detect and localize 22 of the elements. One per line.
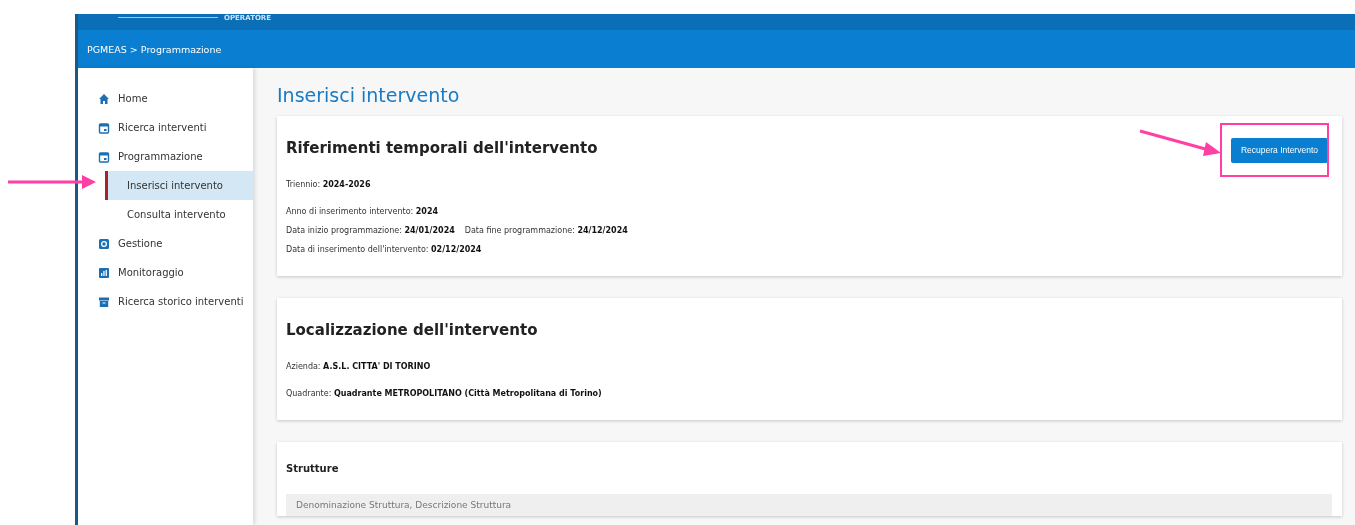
sidebar-item[interactable]: Consulta intervento [105,200,253,229]
card-title: Localizzazione dell'intervento [286,321,538,339]
info-text: Data fine programmazione: 24/12/2024 [464,226,628,235]
info-text: Data di inserimento dell'intervento: 02/12/2024 [286,245,482,254]
info-text: Quadrante: Quadrante METROPOLITANO (Città Metropolitana di Torino) [286,389,602,398]
recover-button[interactable]: Recupera Intervento [1230,137,1328,163]
card-title: Strutture [286,462,339,474]
breadcrumb[interactable]: PGMEAS > Programmazione [87,43,222,55]
sidebar-item[interactable]: Monitoraggio [78,258,253,287]
info-text: Triennio: 2024-2026 [286,180,371,189]
info-text: Anno di inserimento intervento: 2024 [286,207,439,216]
sidebar-item[interactable]: Inserisci intervento [105,171,253,200]
sidebar-item[interactable]: Gestione [78,229,253,258]
sidebar-item[interactable]: Ricerca storico interventi [78,287,253,316]
card-title: Riferimenti temporali dell'intervento [286,139,598,157]
page-title: Inserisci intervento [277,84,461,106]
info-text: Azienda: A.S.L. CITTA' DI TORINO [286,362,431,371]
input-field[interactable]: Denominazione Struttura, Descrizione Struttura [286,494,1332,516]
info-text: Data inizio programmazione: 24/01/2024 [286,226,455,235]
sidebar-item[interactable]: Ricerca interventi [78,113,253,142]
sidebar-item[interactable]: Programmazione [78,142,253,171]
sidebar-item[interactable]: Home [78,84,253,113]
